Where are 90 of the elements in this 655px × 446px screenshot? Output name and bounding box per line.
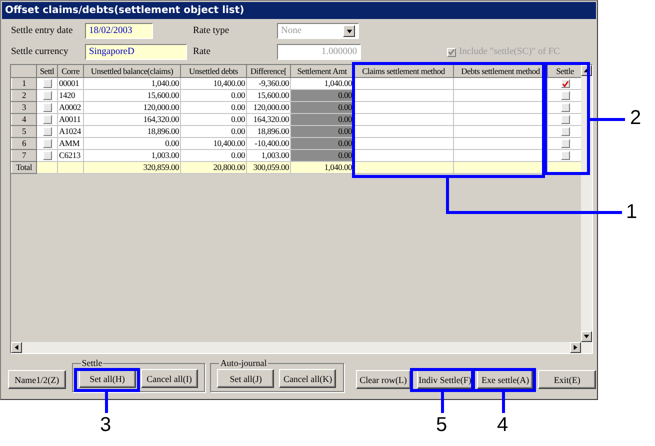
table-cell[interactable]	[354, 89, 454, 101]
scroll-down-button[interactable]	[581, 331, 592, 342]
row-number: 6	[12, 137, 36, 149]
cancel-all-button[interactable]: Cancel all(K)	[279, 369, 336, 388]
window-title: Offset claims/debts(settlement object list)	[2, 2, 596, 19]
table-cell: 0.00	[180, 149, 246, 161]
table-cell: 1,003.00	[246, 149, 290, 161]
table-cell: 0.00	[180, 113, 246, 125]
table-cell[interactable]	[354, 149, 454, 161]
table-cell: 1,003.00	[84, 149, 180, 161]
highlight-frame	[74, 368, 140, 392]
exe-settle-button[interactable]: Exe settle(A)	[477, 370, 534, 389]
column-header[interactable]: Difference[	[246, 65, 290, 77]
total-cell: 320,859.00	[84, 161, 180, 173]
column-header[interactable]: Corre	[58, 65, 84, 77]
table-cell: 120,000.00	[246, 101, 290, 113]
leader-line	[502, 392, 505, 413]
table-cell: 164,320.00	[84, 113, 180, 125]
checkbox[interactable]	[560, 79, 570, 88]
column-header[interactable]: Claims settlement method	[354, 65, 454, 77]
left-arrow-icon	[13, 344, 20, 351]
column-header[interactable]: Settl	[36, 65, 58, 77]
callout-number: 5	[436, 414, 448, 436]
row-header: Total	[12, 161, 36, 173]
total-cell: 300,059.00	[246, 161, 290, 173]
column-header[interactable]: Debts settlement method	[454, 65, 548, 77]
table-cell: 0.00	[180, 89, 246, 101]
table-cell: 0.00	[84, 137, 180, 149]
field-label: Settle currency	[11, 47, 70, 57]
row-number: 4	[12, 113, 36, 125]
table-cell: 10,400.00	[180, 77, 246, 89]
row-number: 5	[12, 125, 36, 137]
table-cell[interactable]	[354, 125, 454, 137]
indiv-settle-button[interactable]: Indiv Settle(F)	[416, 370, 474, 389]
column-header[interactable]: Unsettled debts	[180, 65, 246, 77]
table-cell: 164,320.00	[246, 113, 290, 125]
callout-number: 1	[626, 201, 638, 223]
highlight-frame	[410, 368, 475, 392]
scroll-right-button[interactable]	[570, 342, 581, 353]
exit-button[interactable]: Exit(E)	[538, 370, 596, 389]
clear-row-button[interactable]: Clear row(L)	[356, 370, 411, 389]
callout-number: 2	[630, 107, 642, 129]
row-number: 2	[12, 89, 36, 101]
checkmark-icon	[448, 48, 455, 56]
caret-icon	[346, 28, 352, 34]
highlight-frame	[471, 368, 536, 392]
leader-line	[441, 392, 444, 413]
table-cell: 120,000.00	[84, 101, 180, 113]
table-cell: 0.00	[180, 101, 246, 113]
callout-number: 3	[100, 414, 112, 436]
table-cell[interactable]	[354, 137, 454, 149]
right-arrow-icon	[572, 344, 579, 351]
column-header[interactable]: Settlement Amt	[290, 65, 354, 77]
row-number: 1	[12, 77, 36, 89]
cancel-all-button[interactable]: Cancel all(I)	[140, 369, 198, 388]
checkmark-icon	[562, 80, 568, 88]
horizontal-scrollbar[interactable]	[11, 342, 592, 353]
table-cell: -9,360.00	[246, 77, 290, 89]
column-header[interactable]: Settle	[548, 65, 581, 77]
table-cell: 18,896.00	[84, 125, 180, 137]
table-cell: 1,040.00	[84, 77, 180, 89]
table-cell: 0.00	[180, 125, 246, 137]
row-number: 7	[12, 149, 36, 161]
callout-number: 4	[497, 414, 508, 436]
group-title: Auto-journal	[219, 359, 268, 368]
field-label: Settle entry date	[11, 26, 74, 36]
table-cell[interactable]	[354, 113, 454, 125]
set-all-button[interactable]: Set all(J)	[217, 369, 274, 388]
table-cell: 18,896.00	[246, 125, 290, 137]
leader-line	[105, 392, 108, 413]
field-label: Rate	[193, 47, 212, 57]
field-label: Rate type	[193, 26, 230, 36]
up-arrow-icon	[583, 67, 590, 74]
table-cell[interactable]	[354, 101, 454, 113]
column-header[interactable]: Unsettled balance(claims)	[84, 65, 180, 77]
table-cell: 15,600.00	[84, 89, 180, 101]
down-arrow-icon	[583, 333, 590, 340]
group-title: Settle	[80, 359, 104, 368]
currency-field[interactable]: SingaporeD	[85, 44, 187, 60]
checkbox-label: Include "settle(SC)" of FC	[459, 47, 560, 57]
date-field[interactable]: 18/02/2003	[85, 23, 153, 39]
table-cell: 15,600.00	[246, 89, 290, 101]
leader-line	[590, 118, 625, 121]
row-number: 3	[12, 101, 36, 113]
table-cell: 10,400.00	[180, 137, 246, 149]
total-cell: 20,800.00	[180, 161, 246, 173]
table-cell[interactable]	[354, 77, 454, 89]
table-cell: -10,400.00	[246, 137, 290, 149]
name-toggle-button[interactable]: Name1/2(Z)	[8, 370, 66, 389]
scroll-left-button[interactable]	[11, 342, 22, 353]
